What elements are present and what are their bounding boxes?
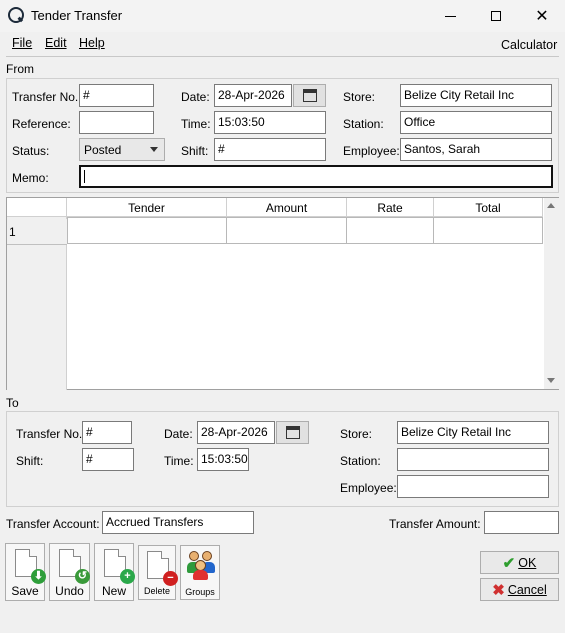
menu-divider bbox=[6, 56, 559, 57]
close-button[interactable]: ✕ bbox=[519, 0, 565, 32]
from-memo-label: Memo: bbox=[12, 171, 49, 185]
grid-cell-tender[interactable] bbox=[67, 217, 227, 244]
to-station-label: Station: bbox=[340, 454, 381, 468]
from-employee-field[interactable]: Santos, Sarah bbox=[400, 138, 552, 161]
groups-icon bbox=[185, 549, 217, 581]
delete-button[interactable]: − Delete bbox=[138, 545, 178, 600]
transfer-amount-label: Transfer Amount: bbox=[389, 517, 481, 531]
from-memo-field[interactable] bbox=[79, 165, 553, 188]
to-employee-field[interactable] bbox=[397, 475, 549, 498]
from-store-label: Store: bbox=[343, 90, 376, 104]
from-transfer-no-field[interactable]: # bbox=[79, 84, 154, 107]
delete-button-label: Delete bbox=[143, 586, 170, 596]
to-employee-label: Employee: bbox=[340, 481, 397, 495]
grid-cell-amount[interactable] bbox=[227, 217, 347, 244]
to-time-label: Time: bbox=[164, 454, 194, 468]
delete-icon: − bbox=[147, 551, 178, 586]
chevron-down-icon bbox=[150, 147, 158, 152]
to-store-label: Store: bbox=[340, 427, 373, 441]
cancel-button[interactable]: ✖ Cancel bbox=[480, 578, 559, 601]
from-shift-field[interactable]: # bbox=[214, 138, 326, 161]
new-button[interactable]: + New bbox=[94, 543, 135, 601]
from-reference-field[interactable] bbox=[79, 111, 154, 134]
to-date-field[interactable]: 28-Apr-2026 bbox=[197, 421, 275, 444]
scroll-up-arrow-icon[interactable] bbox=[547, 203, 555, 208]
grid-header-amount[interactable]: Amount bbox=[227, 198, 347, 217]
close-icon: ✕ bbox=[535, 8, 549, 25]
cancel-x-icon: ✖ bbox=[492, 581, 505, 599]
window-title: Tender Transfer bbox=[31, 8, 123, 23]
save-icon: ⬇ bbox=[15, 549, 46, 584]
grid-row-number[interactable]: 1 bbox=[7, 219, 67, 245]
from-store-field[interactable]: Belize City Retail Inc bbox=[400, 84, 552, 107]
maximize-button[interactable] bbox=[473, 0, 519, 32]
from-status-select[interactable]: Posted bbox=[79, 138, 165, 161]
grid-vertical-scrollbar[interactable] bbox=[544, 198, 559, 389]
to-store-field[interactable]: Belize City Retail Inc bbox=[397, 421, 549, 444]
from-time-field[interactable]: 15:03:50 bbox=[214, 111, 326, 134]
from-date-field[interactable]: 28-Apr-2026 bbox=[214, 84, 292, 107]
to-shift-field[interactable]: # bbox=[82, 448, 134, 471]
from-station-field[interactable]: Office bbox=[400, 111, 552, 134]
grid-cell-total[interactable] bbox=[434, 217, 543, 244]
app-logo-icon bbox=[8, 7, 24, 23]
transfer-account-label: Transfer Account: bbox=[6, 517, 100, 531]
grid-header-total[interactable]: Total bbox=[434, 198, 543, 217]
save-button-label: Save bbox=[11, 584, 39, 598]
from-employee-label: Employee: bbox=[343, 144, 400, 158]
from-time-label: Time: bbox=[181, 117, 211, 131]
minimize-icon bbox=[444, 15, 456, 17]
from-transfer-no-label: Transfer No. bbox=[12, 90, 79, 104]
maximize-icon bbox=[491, 11, 501, 21]
save-button[interactable]: ⬇ Save bbox=[5, 543, 46, 601]
cancel-button-label: Cancel bbox=[507, 582, 547, 597]
calendar-icon bbox=[302, 89, 317, 102]
to-station-field[interactable] bbox=[397, 448, 549, 471]
from-date-label: Date: bbox=[181, 90, 210, 104]
from-status-label: Status: bbox=[12, 144, 50, 158]
to-time-field[interactable]: 15:03:50 bbox=[197, 448, 249, 471]
grid-cell-rate[interactable] bbox=[347, 217, 434, 244]
new-button-label: New bbox=[101, 584, 126, 598]
text-cursor bbox=[84, 170, 85, 183]
scroll-down-arrow-icon[interactable] bbox=[547, 378, 555, 383]
to-transfer-no-label: Transfer No. bbox=[16, 427, 83, 441]
to-date-label: Date: bbox=[164, 427, 193, 441]
menu-help-label: Help bbox=[79, 36, 105, 50]
menu-file-label: File bbox=[12, 36, 33, 50]
calendar-icon bbox=[285, 426, 300, 439]
calculator-link[interactable]: Calculator bbox=[501, 38, 557, 52]
ok-button[interactable]: ✔ OK bbox=[480, 551, 559, 574]
groups-button[interactable]: Groups bbox=[180, 545, 220, 600]
from-section-label: From bbox=[6, 62, 34, 76]
undo-button[interactable]: ↺ Undo bbox=[49, 543, 90, 601]
transfer-account-field[interactable]: Accrued Transfers bbox=[102, 511, 254, 534]
to-section-label: To bbox=[6, 396, 19, 410]
to-date-picker-button[interactable] bbox=[276, 421, 309, 444]
from-shift-label: Shift: bbox=[181, 144, 209, 158]
transfer-amount-field[interactable] bbox=[484, 511, 559, 534]
from-station-label: Station: bbox=[343, 117, 384, 131]
from-date-picker-button[interactable] bbox=[293, 84, 326, 107]
tender-grid[interactable]: Tender Amount Rate Total 1 bbox=[6, 197, 559, 390]
to-transfer-no-field[interactable]: # bbox=[82, 421, 132, 444]
ok-button-label: OK bbox=[518, 555, 537, 570]
menu-file[interactable]: File bbox=[12, 36, 32, 50]
groups-button-label: Groups bbox=[185, 587, 215, 597]
checkmark-icon: ✔ bbox=[502, 554, 516, 572]
new-icon: + bbox=[104, 549, 135, 584]
grid-corner-header bbox=[7, 198, 67, 217]
menu-edit[interactable]: Edit bbox=[45, 36, 67, 50]
from-status-value: Posted bbox=[84, 143, 122, 157]
minimize-button[interactable] bbox=[427, 0, 473, 32]
grid-header-rate[interactable]: Rate bbox=[347, 198, 434, 217]
to-shift-label: Shift: bbox=[16, 454, 44, 468]
from-reference-label: Reference: bbox=[12, 117, 71, 131]
undo-icon: ↺ bbox=[59, 549, 90, 584]
menu-edit-label: Edit bbox=[45, 36, 67, 50]
undo-button-label: Undo bbox=[55, 584, 84, 598]
menu-help[interactable]: Help bbox=[79, 36, 105, 50]
grid-header-tender[interactable]: Tender bbox=[67, 198, 227, 217]
